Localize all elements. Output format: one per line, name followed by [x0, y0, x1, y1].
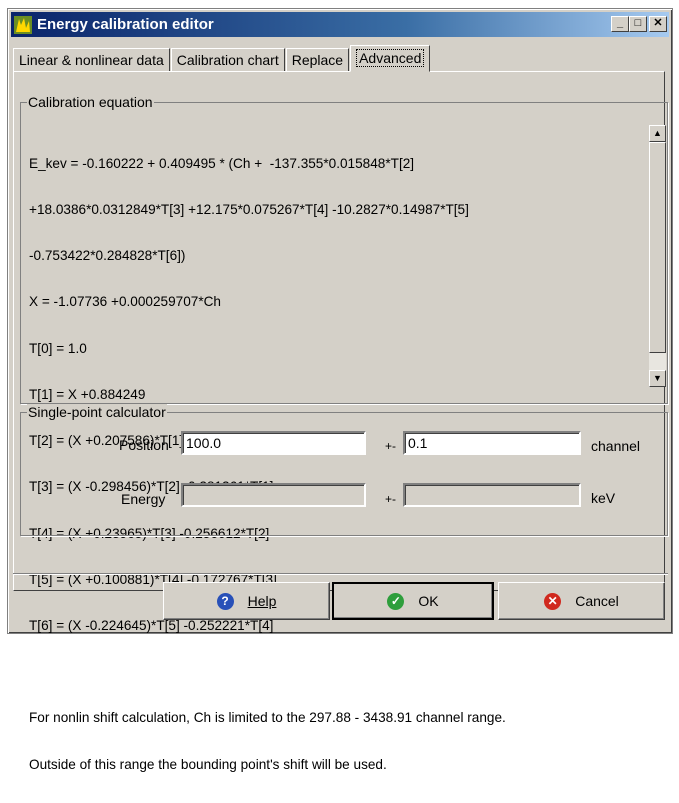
equation-line: T[1] = X +0.884249: [29, 386, 146, 402]
tab-calibration-chart[interactable]: Calibration chart: [170, 48, 285, 72]
position-input[interactable]: [181, 431, 366, 455]
single-point-calculator-group: Single-point calculator Position +- chan…: [20, 404, 668, 536]
maximize-icon[interactable]: □: [629, 16, 647, 32]
help-button-label: Help: [247, 593, 277, 609]
position-unit: channel: [591, 438, 641, 454]
scroll-up-icon[interactable]: ▲: [649, 125, 666, 142]
equation-note-line: Outside of this range the bounding point…: [29, 756, 387, 772]
calibration-equation-group: Calibration equation E_kev = -0.160222 +…: [20, 94, 668, 772]
equation-line: T[0] = 1.0: [29, 340, 87, 356]
tab-advanced[interactable]: Advanced: [350, 45, 431, 72]
advanced-tab-page: Calibration equation E_kev = -0.160222 +…: [13, 71, 668, 772]
calculator-legend: Single-point calculator: [27, 404, 167, 420]
position-plusminus: +-: [385, 439, 397, 453]
equation-note-line: For nonlin shift calculation, Ch is limi…: [29, 710, 506, 726]
tab-replace[interactable]: Replace: [285, 48, 350, 72]
equation-line: X = -1.07736 +0.000259707*Ch: [29, 294, 221, 310]
ok-button-label: OK: [418, 593, 439, 609]
equation-line: -0.753422*0.284828*T[6]): [29, 248, 186, 264]
tab-strip: Linear & nonlinear data Calibration char…: [13, 45, 431, 72]
energy-error-output: [403, 483, 581, 507]
calibration-equation-legend: Calibration equation: [27, 94, 154, 110]
close-icon[interactable]: ✕: [649, 16, 667, 32]
cancel-button-label: Cancel: [575, 593, 619, 609]
equation-line: [29, 664, 629, 679]
equation-scrollbar[interactable]: ▲ ▼: [649, 125, 666, 387]
help-button[interactable]: ? Help: [163, 582, 330, 620]
scroll-down-icon[interactable]: ▼: [649, 370, 666, 387]
energy-unit: keV: [591, 490, 616, 506]
checkmark-icon: ✓: [387, 592, 405, 610]
calibration-editor-window: Energy calibration editor _ □ ✕ Linear &…: [7, 8, 673, 772]
energy-output: [181, 483, 366, 507]
tab-linear-nonlinear-data[interactable]: Linear & nonlinear data: [13, 48, 170, 72]
cancel-x-icon: ✕: [544, 592, 562, 610]
help-icon: ?: [216, 592, 234, 610]
cancel-button[interactable]: ✕ Cancel: [498, 582, 665, 620]
scroll-thumb[interactable]: [649, 142, 666, 353]
title-bar[interactable]: Energy calibration editor _ □ ✕: [11, 12, 669, 37]
window-title: Energy calibration editor: [37, 16, 214, 33]
equation-line: +18.0386*0.0312849*T[3] +12.175*0.075267…: [29, 202, 469, 218]
button-separator: [13, 573, 668, 575]
ok-button[interactable]: ✓ OK: [332, 582, 494, 620]
app-icon: [14, 15, 32, 34]
equation-line: T[6] = (X -0.224645)*T[5] -0.252221*T[4]: [29, 618, 274, 633]
minimize-icon[interactable]: _: [611, 16, 629, 32]
tab-advanced-label: Advanced: [356, 49, 425, 67]
position-label: Position: [119, 437, 169, 453]
equation-line: E_kev = -0.160222 + 0.409495 * (Ch + -13…: [29, 155, 415, 171]
energy-label: Energy: [121, 491, 166, 507]
energy-plusminus: +-: [385, 492, 397, 506]
position-error-input[interactable]: [403, 431, 581, 455]
